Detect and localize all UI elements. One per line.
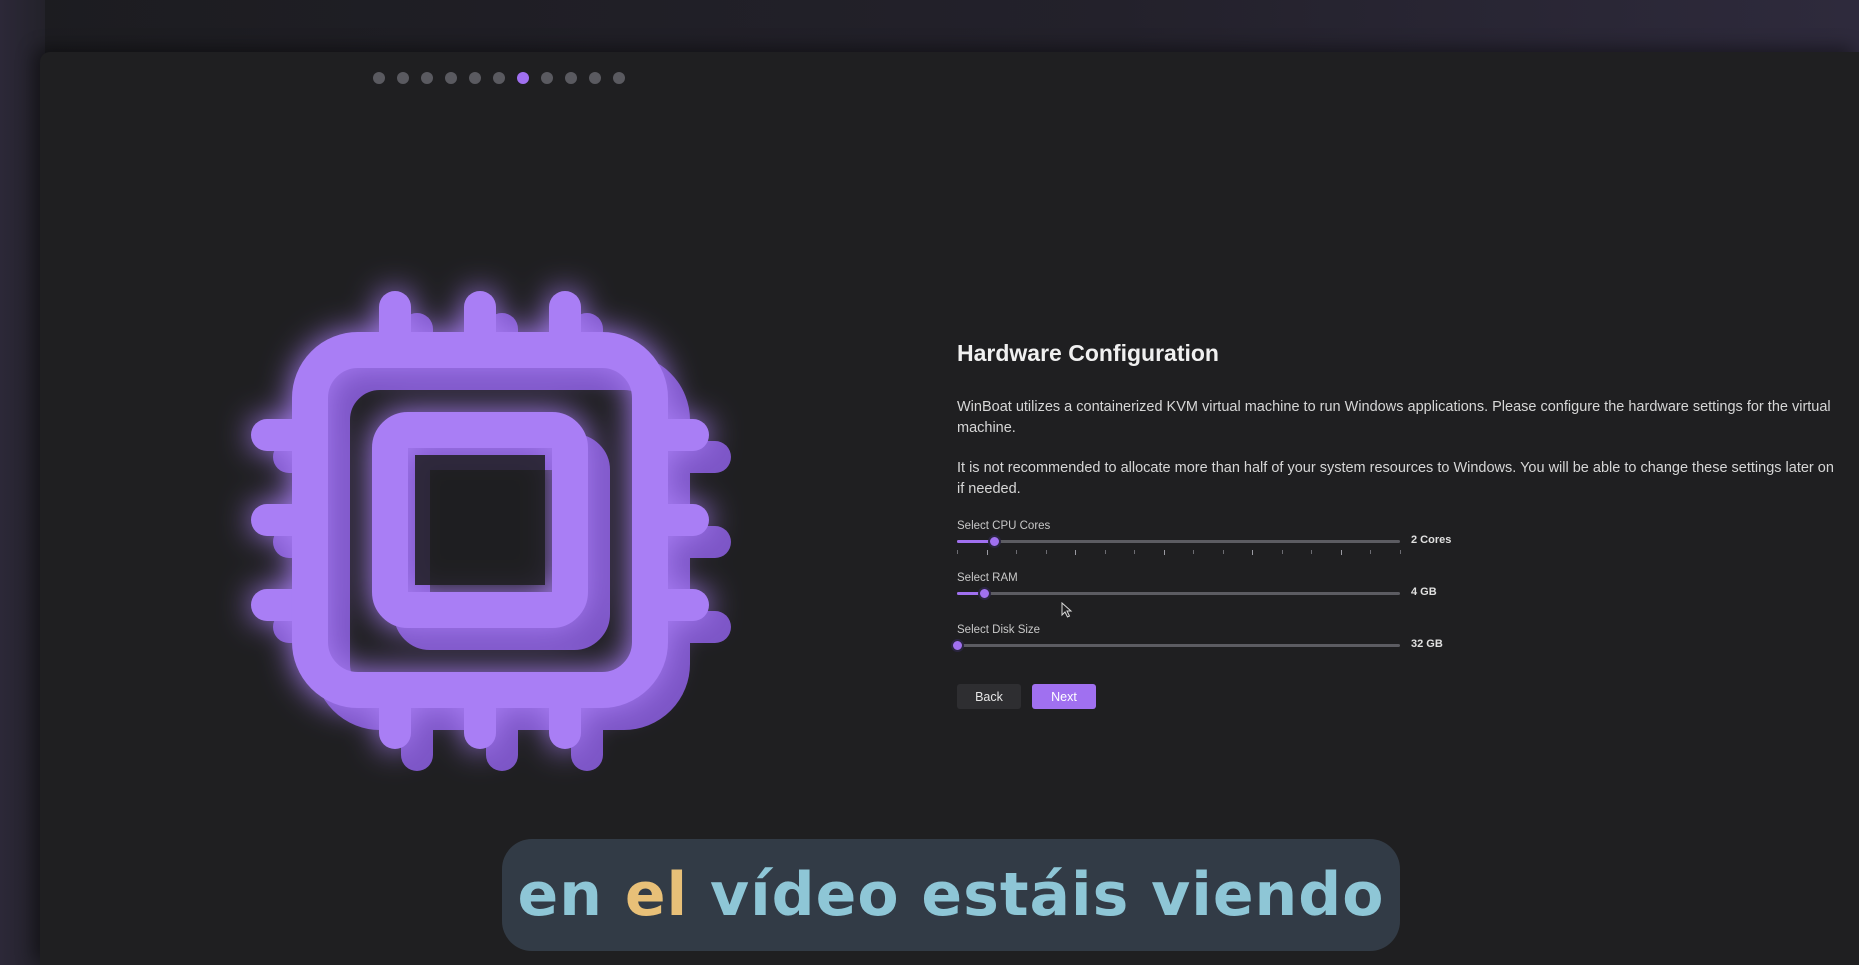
slider-tick — [986, 550, 988, 555]
slider-thumb[interactable] — [951, 639, 964, 652]
slider-tick — [1340, 550, 1342, 555]
next-button[interactable]: Next — [1032, 684, 1096, 709]
slider-tick — [1193, 550, 1195, 554]
step-dot — [421, 72, 433, 84]
warning-text: It is not recommended to allocate more t… — [957, 460, 1834, 497]
slider-tick — [1400, 550, 1401, 554]
slider-tick — [1045, 550, 1047, 554]
step-dot — [589, 72, 601, 84]
step-dot-active — [517, 72, 529, 84]
cpu-chip-graphic — [251, 291, 731, 771]
slider-tick — [1075, 550, 1077, 555]
disk-size-slider[interactable]: Select Disk Size 32 GB — [951, 624, 1467, 664]
slider-tick — [1370, 550, 1372, 554]
video-subtitle: en el vídeo estáis viendo — [502, 839, 1400, 951]
slider-ticks — [957, 550, 1401, 555]
subtitle-text-start: en — [517, 860, 625, 930]
slider-tick — [1163, 550, 1165, 555]
slider-tick — [1311, 550, 1313, 554]
subtitle-text-end: vídeo estáis viendo — [688, 860, 1385, 930]
slider-tick — [1016, 550, 1018, 554]
cpu-cores-value: 2 Cores — [1411, 534, 1452, 546]
subtitle-highlight-word: el — [624, 860, 689, 930]
step-dot — [541, 72, 553, 84]
ram-value: 4 GB — [1411, 586, 1437, 598]
cpu-cores-label: Select CPU Cores — [957, 520, 1051, 532]
slider-thumb[interactable] — [987, 535, 1001, 548]
cpu-chip-icon — [251, 291, 765, 815]
ram-slider[interactable]: Select RAM 4 GB — [957, 572, 1467, 612]
disk-size-value: 32 GB — [1411, 638, 1443, 650]
slider-track[interactable] — [957, 587, 1400, 600]
slider-track[interactable] — [951, 639, 1400, 652]
page-title: Hardware Configuration — [957, 340, 1219, 366]
step-dot — [493, 72, 505, 84]
step-dot — [613, 72, 625, 84]
background-top — [0, 0, 1859, 60]
cpu-cores-slider[interactable]: Select CPU Cores 2 Cores — [957, 520, 1467, 560]
slider-tick — [1222, 550, 1224, 554]
step-indicator — [373, 72, 625, 84]
disk-size-label: Select Disk Size — [957, 624, 1041, 636]
step-dot — [469, 72, 481, 84]
slider-tick — [1134, 550, 1136, 554]
cpu-core-center — [415, 455, 545, 585]
slider-track[interactable] — [957, 535, 1400, 548]
ram-label: Select RAM — [957, 572, 1018, 584]
slider-tick — [1104, 550, 1106, 554]
slider-thumb[interactable] — [977, 587, 991, 600]
background-left — [0, 0, 45, 965]
description-text: WinBoat utilizes a containerized KVM vir… — [957, 399, 1831, 436]
slider-tick — [1281, 550, 1283, 554]
step-dot — [397, 72, 409, 84]
subtitle-text: en el vídeo estáis viendo — [518, 860, 1385, 930]
step-dot — [445, 72, 457, 84]
back-button[interactable]: Back — [957, 684, 1021, 709]
mouse-cursor-icon — [1061, 602, 1073, 618]
step-dot — [373, 72, 385, 84]
step-dot — [565, 72, 577, 84]
slider-tick — [1252, 550, 1254, 555]
slider-tick — [957, 550, 958, 554]
